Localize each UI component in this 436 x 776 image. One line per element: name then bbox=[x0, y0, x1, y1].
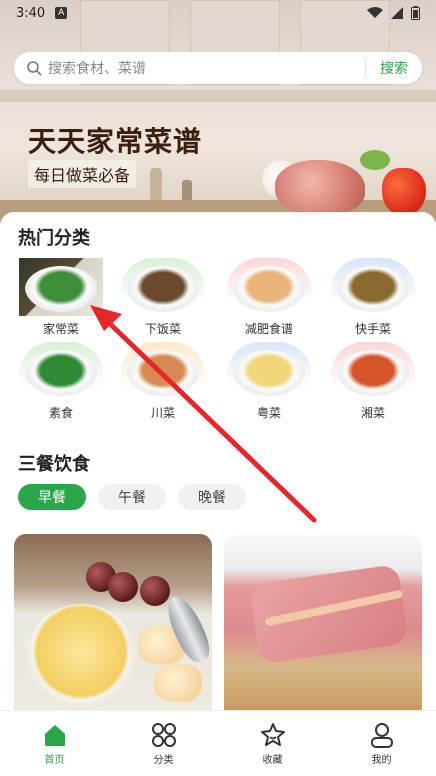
nav-favorites[interactable]: 收藏 bbox=[218, 711, 327, 776]
category-image bbox=[331, 342, 415, 400]
category-image bbox=[331, 258, 415, 316]
ham-image bbox=[249, 563, 409, 665]
meals-section-title: 三餐饮食 bbox=[18, 454, 90, 475]
hero-subtitle: 每日做菜必备 bbox=[28, 160, 137, 188]
category-label: 快手菜 bbox=[354, 322, 391, 336]
dish-plate-image bbox=[337, 266, 409, 312]
category-label: 下饭菜 bbox=[144, 322, 181, 336]
category-image bbox=[19, 342, 103, 400]
dish-plate-image bbox=[127, 350, 199, 396]
recipe-card-photo[interactable] bbox=[224, 534, 422, 710]
category-label: 湘菜 bbox=[360, 406, 385, 420]
category-item[interactable]: 下饭菜 bbox=[120, 258, 206, 336]
status-icons bbox=[367, 6, 420, 20]
tab-lunch[interactable]: 午餐 bbox=[98, 484, 166, 510]
person-icon bbox=[370, 723, 393, 748]
tab-breakfast[interactable]: 早餐 bbox=[18, 484, 86, 510]
dish-plate-image bbox=[233, 266, 305, 312]
grape-image bbox=[140, 576, 170, 606]
category-image bbox=[121, 258, 205, 316]
category-item[interactable]: 川菜 bbox=[120, 342, 206, 420]
notification-a-icon: A bbox=[55, 7, 68, 19]
star-icon bbox=[260, 723, 285, 746]
category-item[interactable]: 素食 bbox=[18, 342, 104, 420]
category-item[interactable]: 减肥食谱 bbox=[226, 258, 312, 336]
nav-label-home: 首页 bbox=[44, 755, 65, 766]
nav-profile[interactable]: 我的 bbox=[327, 711, 436, 776]
nav-label-favorites: 收藏 bbox=[262, 755, 283, 766]
category-item[interactable]: 粤菜 bbox=[226, 342, 312, 420]
apple-slice-image bbox=[154, 664, 202, 702]
dish-plate-image bbox=[337, 350, 409, 396]
category-image bbox=[227, 342, 311, 400]
grape-image bbox=[108, 572, 138, 602]
nav-home[interactable]: 首页 bbox=[0, 711, 109, 776]
category-image bbox=[19, 258, 103, 316]
category-item[interactable]: 湘菜 bbox=[330, 342, 416, 420]
battery-icon bbox=[411, 6, 420, 20]
category-label: 家常菜 bbox=[42, 322, 79, 336]
category-image bbox=[227, 258, 311, 316]
category-label: 素食 bbox=[48, 406, 73, 420]
hero-title: 天天家常菜谱 bbox=[28, 125, 203, 158]
status-time: 3:40 bbox=[16, 5, 46, 21]
wifi-icon bbox=[367, 7, 383, 18]
vegetable-decoration bbox=[360, 150, 390, 170]
pudding-image bbox=[26, 604, 136, 710]
bottom-navigation: 首页 分类 收藏 我的 bbox=[0, 710, 436, 776]
dish-plate-image bbox=[233, 350, 305, 396]
category-label: 减肥食谱 bbox=[244, 322, 293, 336]
nav-categories[interactable]: 分类 bbox=[109, 711, 218, 776]
search-icon bbox=[27, 61, 42, 76]
category-label: 粤菜 bbox=[256, 406, 281, 420]
tab-dinner[interactable]: 晚餐 bbox=[178, 484, 246, 510]
recipe-card-photo[interactable] bbox=[14, 534, 212, 710]
dish-plate-image bbox=[127, 266, 199, 312]
category-item[interactable]: 快手菜 bbox=[330, 258, 416, 336]
kitchen-shelf bbox=[0, 90, 436, 102]
category-item[interactable]: 家常菜 bbox=[18, 258, 104, 336]
search-bar[interactable]: 搜索食材、菜谱 搜索 bbox=[14, 52, 422, 84]
dish-plate-image bbox=[25, 266, 97, 312]
signal-icon bbox=[391, 7, 403, 19]
search-input[interactable]: 搜索食材、菜谱 bbox=[48, 58, 365, 78]
pepper-decoration bbox=[382, 168, 426, 216]
nav-label-profile: 我的 bbox=[371, 755, 392, 766]
popular-categories-title: 热门分类 bbox=[18, 228, 90, 249]
meat-decoration bbox=[275, 160, 365, 215]
category-label: 川菜 bbox=[150, 406, 175, 420]
meal-tabs: 早餐 午餐 晚餐 bbox=[18, 484, 246, 510]
status-bar: 3:40 A bbox=[0, 0, 436, 26]
nav-label-categories: 分类 bbox=[153, 755, 174, 766]
search-button[interactable]: 搜索 bbox=[366, 58, 422, 78]
dish-plate-image bbox=[25, 350, 97, 396]
grid-icon bbox=[151, 723, 176, 747]
home-icon bbox=[44, 725, 65, 746]
category-image bbox=[121, 342, 205, 400]
hero-banner: 天天家常菜谱 每日做菜必备 bbox=[0, 0, 436, 240]
